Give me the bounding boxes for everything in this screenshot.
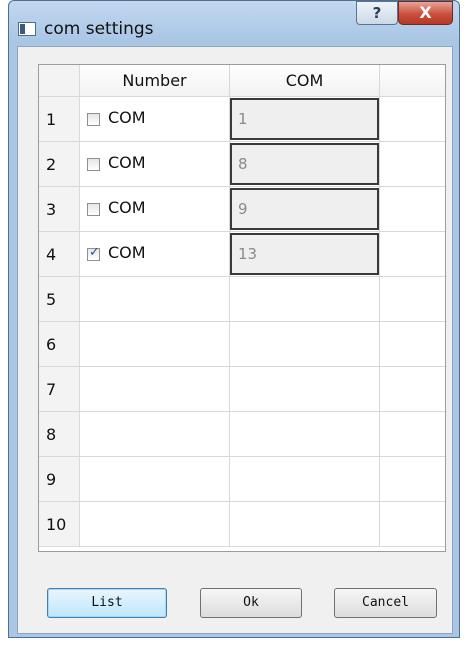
window-title: com settings [44,19,154,39]
com-port-field[interactable]: 8 [230,143,379,185]
com-cell[interactable] [230,502,380,547]
com-cell[interactable]: 8 [230,142,380,187]
list-button[interactable]: List [47,588,167,618]
row-number: 4 [39,232,80,277]
title-bar[interactable]: com settings ? X [9,1,459,45]
blank-cell [380,502,445,547]
checkbox-label: COM [108,243,146,262]
com-cell[interactable]: 13 [230,232,380,277]
help-button[interactable]: ? [356,1,398,25]
row-number: 5 [39,277,80,322]
com-port-field[interactable]: 1 [230,98,379,140]
row-number: 10 [39,502,80,547]
checkbox-label: COM [108,108,146,127]
table-row[interactable]: 4 ✓ COM 13 [39,232,445,277]
com-cell[interactable] [230,367,380,412]
dialog-window: com settings ? X Number COM 1 COM 1 2 COM 8 3 C… [8,0,460,638]
number-cell[interactable]: ✓ COM [80,232,230,277]
close-button[interactable]: X [398,1,453,25]
com-checkbox[interactable]: ✓ [87,245,100,261]
table-row[interactable]: 9 [39,457,445,502]
com-checkbox[interactable] [87,158,100,171]
number-cell[interactable] [80,457,230,502]
com-port-field[interactable]: 13 [230,233,379,275]
cancel-button[interactable]: Cancel [334,588,437,618]
blank-cell [380,187,445,232]
number-cell[interactable]: COM [80,97,230,142]
table-row[interactable]: 5 [39,277,445,322]
row-number: 8 [39,412,80,457]
header-blank [380,65,445,97]
com-cell[interactable]: 1 [230,97,380,142]
blank-cell [380,457,445,502]
row-number: 9 [39,457,80,502]
com-checkbox[interactable] [87,113,100,126]
table-row[interactable]: 3 COM 9 [39,187,445,232]
row-number: 7 [39,367,80,412]
com-cell[interactable] [230,277,380,322]
table-row[interactable]: 7 [39,367,445,412]
dialog-client-area: Number COM 1 COM 1 2 COM 8 3 COM 9 4 ✓ COM 13 5 6 7 8 9 10… [17,46,453,634]
com-cell[interactable] [230,322,380,367]
blank-cell [380,97,445,142]
table-row[interactable]: 2 COM 8 [39,142,445,187]
blank-cell [380,277,445,322]
com-cell[interactable]: 9 [230,187,380,232]
row-number: 2 [39,142,80,187]
header-com: COM [230,65,380,97]
table-row[interactable]: 10 [39,502,445,547]
header-number: Number [80,65,230,97]
com-port-field[interactable]: 9 [230,188,379,230]
blank-cell [380,412,445,457]
blank-cell [380,367,445,412]
row-number: 3 [39,187,80,232]
blank-cell [380,142,445,187]
com-checkbox[interactable] [87,203,100,216]
table-row[interactable]: 8 [39,412,445,457]
checkbox-label: COM [108,198,146,217]
number-cell[interactable] [80,502,230,547]
table-corner [39,65,80,97]
number-cell[interactable]: COM [80,187,230,232]
number-cell[interactable] [80,277,230,322]
checkmark-icon: ✓ [89,245,100,260]
table-row[interactable]: 1 COM 1 [39,97,445,142]
blank-cell [380,322,445,367]
app-window-icon [18,22,36,36]
table-row[interactable]: 6 [39,322,445,367]
com-cell[interactable] [230,457,380,502]
com-table[interactable]: Number COM 1 COM 1 2 COM 8 3 COM 9 4 ✓ COM 13 5 6 7 8 9 10 [38,64,446,552]
blank-cell [380,232,445,277]
com-cell[interactable] [230,412,380,457]
number-cell[interactable] [80,412,230,457]
number-cell[interactable] [80,367,230,412]
row-number: 1 [39,97,80,142]
checkbox-label: COM [108,153,146,172]
number-cell[interactable] [80,322,230,367]
ok-button[interactable]: Ok [200,588,302,618]
number-cell[interactable]: COM [80,142,230,187]
row-number: 6 [39,322,80,367]
